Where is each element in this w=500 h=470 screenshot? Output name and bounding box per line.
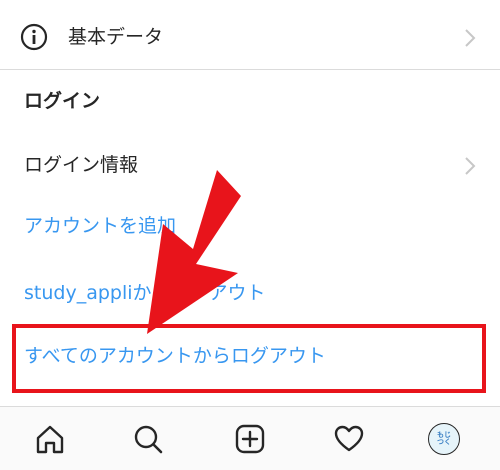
- nav-add-button[interactable]: [232, 421, 268, 457]
- chevron-right-icon: [465, 29, 476, 47]
- info-icon: [20, 23, 48, 51]
- heart-icon: [334, 425, 364, 452]
- nav-search-button[interactable]: [130, 421, 166, 457]
- highlight-box: [12, 324, 486, 393]
- search-icon: [134, 425, 163, 454]
- divider: [0, 69, 500, 70]
- basic-data-label: 基本データ: [68, 26, 164, 48]
- add-account-link[interactable]: アカウントを追加: [0, 200, 500, 256]
- nav-home-button[interactable]: [32, 421, 68, 457]
- bottom-nav: もじつく: [0, 406, 500, 470]
- chevron-right-icon: [465, 157, 476, 175]
- avatar: もじつく: [428, 423, 460, 455]
- login-info-label: ログイン情報: [24, 154, 139, 176]
- login-section-title: ログイン: [24, 90, 101, 112]
- add-account-label: アカウントを追加: [24, 215, 177, 237]
- avatar-text: もじつく: [437, 430, 451, 446]
- nav-activity-button[interactable]: [331, 421, 367, 457]
- settings-item-basic-data[interactable]: 基本データ: [0, 0, 500, 68]
- home-icon: [36, 425, 64, 454]
- logout-user-label: study_appliからログアウト: [24, 282, 266, 304]
- nav-profile-button[interactable]: もじつく: [426, 421, 462, 457]
- add-post-icon: [235, 424, 265, 454]
- settings-item-login-info[interactable]: ログイン情報: [0, 138, 500, 194]
- logout-user-link[interactable]: study_appliからログアウト: [0, 264, 500, 320]
